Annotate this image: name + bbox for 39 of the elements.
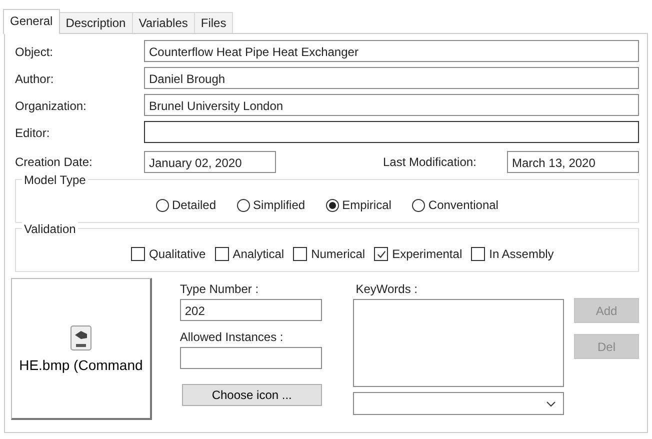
- radio-button[interactable]: Empirical: [326, 198, 392, 212]
- text-field[interactable]: [144, 121, 639, 143]
- field-label: Creation Date:: [15, 154, 94, 171]
- checkbox[interactable]: Numerical: [293, 247, 366, 261]
- field-label: Organization:: [15, 98, 88, 115]
- chevron-down-icon: [546, 400, 556, 406]
- keyword-dropdown[interactable]: [352, 392, 564, 415]
- radio-button[interactable]: Detailed: [156, 198, 216, 212]
- tab[interactable]: General: [3, 9, 60, 34]
- radio-button[interactable]: Simplified: [237, 198, 306, 212]
- text-field[interactable]: Counterflow Heat Pipe Heat Exchanger: [144, 40, 639, 62]
- field-label: KeyWords :: [356, 281, 419, 297]
- choose-icon-button[interactable]: Choose icon ...: [182, 384, 322, 406]
- checkbox[interactable]: Qualitative: [131, 247, 206, 261]
- checkbox[interactable]: Analytical: [214, 247, 284, 261]
- field-label: Last Modification:: [383, 155, 478, 169]
- checkmark-icon: [376, 248, 387, 260]
- field-label: Allowed Instances :: [180, 329, 284, 345]
- tab[interactable]: Variables: [132, 12, 195, 33]
- icon-button[interactable]: HE.bmp (Command: [11, 278, 152, 420]
- bitmap-file-icon: [70, 324, 92, 350]
- date-field[interactable]: January 02, 2020: [144, 151, 276, 173]
- field-label: Author:: [15, 71, 55, 88]
- text-field[interactable]: Brunel University London: [144, 94, 639, 116]
- tab[interactable]: Files: [194, 12, 234, 33]
- date-field[interactable]: March 13, 2020: [507, 151, 639, 173]
- keywords-list[interactable]: [352, 299, 564, 387]
- field-label: Editor:: [15, 125, 51, 142]
- text-field[interactable]: Daniel Brough: [144, 67, 639, 89]
- field-label: Type Number :: [180, 281, 260, 297]
- checkbox[interactable]: Experimental: [374, 247, 462, 261]
- group-title: Model Type: [22, 173, 88, 187]
- field-label: Object:: [15, 44, 54, 61]
- checkbox[interactable]: In Assembly: [471, 247, 554, 261]
- text-field[interactable]: 202: [180, 299, 322, 321]
- text-field[interactable]: [180, 347, 322, 369]
- group-title: Validation: [22, 222, 78, 236]
- tab[interactable]: Description: [58, 12, 133, 33]
- radio-button[interactable]: Conventional: [412, 198, 498, 212]
